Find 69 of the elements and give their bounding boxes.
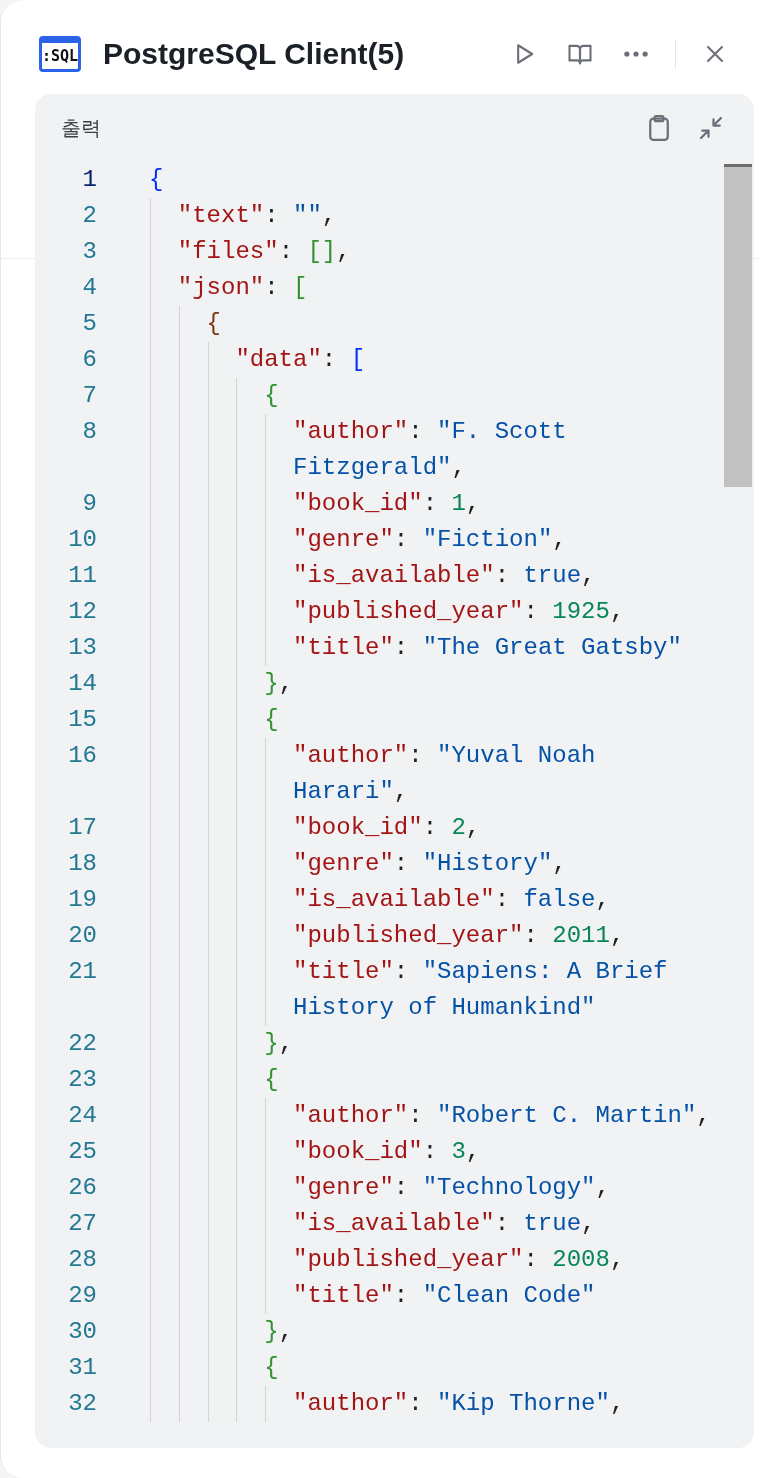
code-line: "book_id": 3, xyxy=(292,1137,482,1167)
line-number: 31 xyxy=(67,1353,97,1383)
line-number: 10 xyxy=(67,525,97,555)
line-number: 17 xyxy=(67,813,97,843)
code-line: }, xyxy=(263,1029,295,1059)
scrollbar-thumb[interactable] xyxy=(724,164,752,487)
code-line: { xyxy=(263,705,280,735)
code-line: "published_year": 1925, xyxy=(292,597,626,627)
line-number: 32 xyxy=(67,1389,97,1419)
code-line: "genre": "History", xyxy=(292,849,568,879)
panel-title: 출력 xyxy=(61,115,102,141)
line-number: 20 xyxy=(67,921,97,951)
code-line: "files": [], xyxy=(176,237,352,267)
code-line: "is_available": true, xyxy=(292,561,597,591)
line-number: 7 xyxy=(81,381,97,411)
code-line: "data": [ xyxy=(234,345,367,375)
line-number: 30 xyxy=(67,1317,97,1347)
line-number: 18 xyxy=(67,849,97,879)
line-number: 2 xyxy=(81,201,97,231)
line-number: 24 xyxy=(67,1101,97,1131)
code-line: "author": "Kip Thorne", xyxy=(292,1389,626,1419)
code-line: { xyxy=(205,309,222,339)
more-icon xyxy=(624,51,648,57)
code-line: "author": "Yuval Noah Harari", xyxy=(292,741,597,807)
code-line: "text": "", xyxy=(176,201,338,231)
code-line: "author": "Robert C. Martin", xyxy=(292,1101,712,1131)
code-line: "json": [ xyxy=(176,273,309,303)
line-number: 3 xyxy=(81,237,97,267)
code-line: "title": "The Great Gatsby" xyxy=(292,633,683,663)
code-line: }, xyxy=(263,1317,295,1347)
code-line: "published_year": 2008, xyxy=(292,1245,626,1275)
line-number: 4 xyxy=(81,273,97,303)
code-line: "book_id": 2, xyxy=(292,813,482,843)
line-number: 26 xyxy=(67,1173,97,1203)
line-number: 15 xyxy=(67,705,97,735)
code-line: "published_year": 2011, xyxy=(292,921,626,951)
line-number: 13 xyxy=(67,633,97,663)
line-number: 16 xyxy=(67,741,97,771)
line-number: 19 xyxy=(67,885,97,915)
line-number: 14 xyxy=(67,669,97,699)
code-line: "genre": "Fiction", xyxy=(292,525,568,555)
line-number: 11 xyxy=(67,561,97,591)
code-line: "title": "Sapiens: A Brief History of Humankind" xyxy=(292,957,669,1023)
line-number: 6 xyxy=(81,345,97,375)
code-line: "is_available": false, xyxy=(292,885,611,915)
line-number: 29 xyxy=(67,1281,97,1311)
code-line: "book_id": 1, xyxy=(292,489,482,519)
code-line: { xyxy=(263,1353,280,1383)
line-number: 27 xyxy=(67,1209,97,1239)
code-line: { xyxy=(263,381,280,411)
line-number: 9 xyxy=(81,489,97,519)
code-line: "genre": "Technology", xyxy=(292,1173,611,1203)
window-title: PostgreSQL Client(5) xyxy=(103,37,406,71)
code-line: { xyxy=(263,1065,280,1095)
code-line: "author": "F. Scott Fitzgerald", xyxy=(292,417,568,483)
line-number: 21 xyxy=(67,957,97,987)
line-number: 5 xyxy=(81,309,97,339)
code-line: "is_available": true, xyxy=(292,1209,597,1239)
line-number: 1 xyxy=(81,165,97,195)
code-line: { xyxy=(149,165,165,195)
line-number: 8 xyxy=(81,417,97,447)
code-line: "title": "Clean Code" xyxy=(292,1281,597,1311)
line-number: 22 xyxy=(67,1029,97,1059)
line-number: 25 xyxy=(67,1137,97,1167)
code-line: }, xyxy=(263,669,295,699)
line-number: 28 xyxy=(67,1245,97,1275)
app-icon: :SQL xyxy=(39,36,81,72)
line-number: 23 xyxy=(67,1065,97,1095)
line-number: 12 xyxy=(67,597,97,627)
